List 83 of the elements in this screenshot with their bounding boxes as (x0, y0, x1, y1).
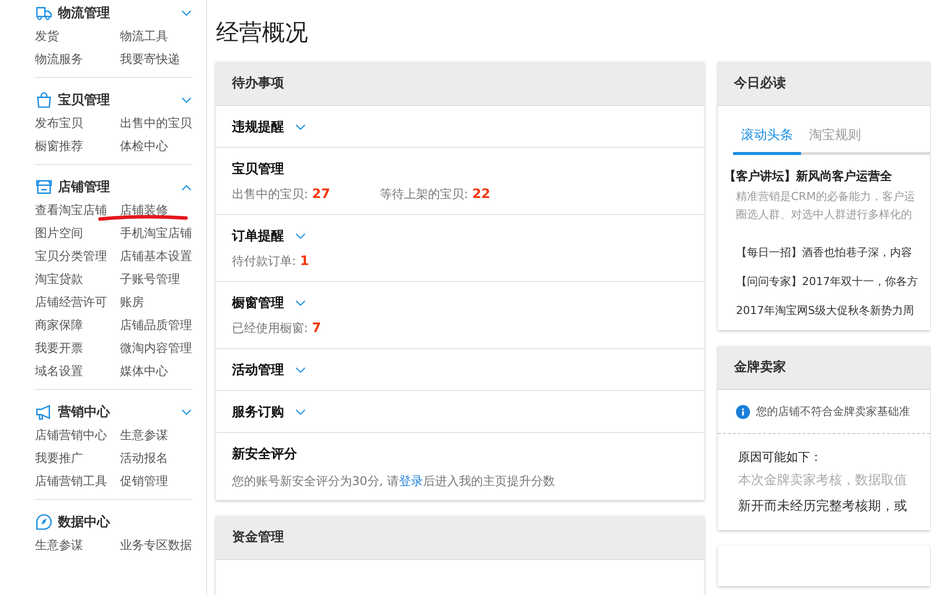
sidebar-link[interactable]: 体检中心 (120, 137, 168, 155)
sidebar-link[interactable]: 业务专区数据 (120, 536, 192, 554)
sidebar-link[interactable]: 微淘内容管理 (120, 339, 192, 357)
chevron-down-icon[interactable] (295, 232, 306, 240)
stat-value: 7 (312, 321, 322, 336)
stat-value: 1 (300, 254, 310, 269)
sidebar-link[interactable]: 图片空间 (35, 224, 83, 242)
megaphone-icon (35, 404, 53, 420)
sidebar-link[interactable]: 店铺品质管理 (120, 316, 192, 334)
sidebar-link[interactable]: 商家保障 (35, 316, 83, 334)
reason-text: 新开而未经历完整考核期，或 (738, 498, 908, 516)
sidebar-link[interactable]: 发布宝贝 (35, 114, 83, 132)
sidebar-link[interactable]: 淘宝贷款 (35, 270, 83, 288)
sidebar-link[interactable]: 域名设置 (35, 362, 83, 380)
excerpt: 精准营销是CRM的必备能力，客户运 圈选人群、对选中人群进行多样化的 (736, 189, 916, 223)
row-title: 宝贝管理 (232, 160, 284, 178)
card-header: 今日必读 (718, 62, 930, 106)
reason-text: 本次金牌卖家考核，数据取值 (738, 472, 908, 490)
section-title: 店铺管理 (58, 178, 110, 196)
stat-label: 已经使用橱窗: (232, 321, 308, 335)
truck-icon (35, 5, 53, 21)
chevron-down-icon[interactable] (295, 408, 306, 416)
row-title: 服务订购 (232, 404, 284, 421)
row-title: 新安全评分 (232, 446, 297, 463)
card-header: 待办事项 (216, 62, 704, 106)
sidebar-link[interactable]: 媒体中心 (120, 362, 168, 380)
sidebar-link[interactable]: 查看淘宝店铺 (35, 201, 107, 219)
sidebar-link[interactable]: 促销管理 (120, 472, 168, 490)
headline[interactable]: 【客户讲坛】新风尚客户运营全 (724, 167, 930, 185)
compass-icon (35, 514, 53, 530)
sidebar-link[interactable]: 店铺营销中心 (35, 426, 107, 444)
chevron-down-icon[interactable] (295, 366, 306, 374)
section-title: 物流管理 (58, 4, 110, 22)
sidebar-link[interactable]: 我要推广 (35, 449, 83, 467)
chevron-down-icon[interactable] (295, 124, 306, 130)
sidebar-link[interactable]: 发货 (35, 27, 59, 45)
store-icon (35, 179, 53, 195)
card-header: 资金管理 (216, 516, 704, 560)
sidebar-link[interactable]: 活动报名 (120, 449, 168, 467)
news-link[interactable]: 【问问专家】2017年双十一，你各方 (736, 273, 930, 291)
sidebar-link[interactable]: 宝贝分类管理 (35, 247, 107, 265)
sidebar-link[interactable]: 生意参谋 (35, 536, 83, 554)
login-link[interactable]: 登录 (398, 474, 423, 488)
card-header: 金牌卖家 (718, 346, 930, 390)
chevron-up-icon[interactable] (181, 184, 192, 190)
sidebar-link[interactable]: 生意参谋 (120, 426, 168, 444)
row-title: 订单提醒 (232, 228, 284, 245)
stat-value: 22 (472, 187, 490, 202)
sidebar-link[interactable]: 账房 (120, 293, 144, 311)
sidebar-link[interactable]: 橱窗推荐 (35, 137, 83, 155)
sidebar-link[interactable]: 店铺装修 (120, 201, 168, 219)
stat-label: 待付款订单: (232, 254, 296, 268)
chevron-down-icon[interactable] (181, 10, 192, 16)
bag-icon (35, 92, 53, 108)
row-title: 活动管理 (232, 362, 284, 379)
row-title: 橱窗管理 (232, 294, 284, 312)
reasons-title: 原因可能如下： (738, 449, 823, 466)
section-title: 数据中心 (58, 514, 110, 531)
sidebar-link[interactable]: 子账号管理 (120, 270, 180, 288)
notice-text: 您的店铺不符合金牌卖家基础准 (756, 404, 910, 419)
sidebar-link[interactable]: 店铺经营许可 (35, 293, 107, 311)
sidebar-link[interactable]: 出售中的宝贝 (120, 114, 192, 132)
section-title: 营销中心 (58, 404, 110, 421)
row-title: 违规提醒 (232, 119, 284, 136)
security-note: 您的账号新安全评分为30分, 请登录后进入我的主页提升分数 (232, 473, 556, 490)
sidebar-link[interactable]: 店铺营销工具 (35, 472, 107, 490)
sidebar-link[interactable]: 我要寄快递 (120, 50, 180, 68)
stat-value: 27 (312, 187, 330, 202)
page-title: 经营概况 (216, 19, 309, 48)
stat-label: 出售中的宝贝: (232, 187, 308, 201)
chevron-down-icon[interactable] (181, 408, 192, 416)
news-link[interactable]: 【每日一招】酒香也怕巷子深，内容 (736, 244, 930, 262)
section-title: 宝贝管理 (58, 92, 110, 109)
sidebar-link[interactable]: 物流工具 (120, 27, 168, 45)
stat-label: 等待上架的宝贝: (380, 187, 468, 201)
sidebar-link[interactable]: 物流服务 (35, 50, 83, 68)
chevron-down-icon[interactable] (181, 96, 192, 104)
news-link[interactable]: 2017年淘宝网S级大促秋冬新势力周 (736, 302, 930, 320)
info-icon (736, 404, 750, 418)
sidebar-link[interactable]: 我要开票 (35, 339, 83, 357)
sidebar-link[interactable]: 手机淘宝店铺 (120, 224, 192, 242)
sidebar-link[interactable]: 店铺基本设置 (120, 247, 192, 265)
chevron-down-icon[interactable] (295, 300, 306, 306)
